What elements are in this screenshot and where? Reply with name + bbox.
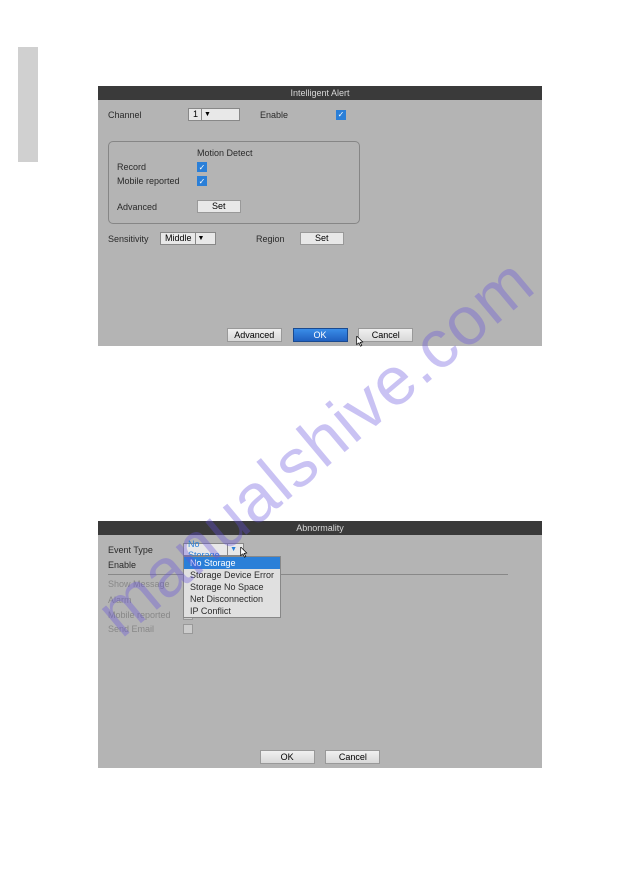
chevron-down-icon: ▼ (227, 544, 239, 555)
mobile-reported-label: Mobile reported (117, 176, 197, 186)
divider (108, 574, 508, 575)
advanced-button[interactable]: Advanced (227, 328, 282, 342)
enable-label: Enable (108, 560, 183, 570)
event-type-label: Event Type (108, 545, 183, 555)
ok-button[interactable]: OK (260, 750, 315, 764)
send-email-checkbox[interactable] (183, 624, 193, 634)
sensitivity-select[interactable]: Middle ▼ (160, 232, 216, 245)
dialog-footer: Advanced OK Cancel (98, 328, 542, 342)
chevron-down-icon: ▼ (201, 109, 213, 120)
advanced-label: Advanced (117, 202, 197, 212)
ok-button[interactable]: OK (293, 328, 348, 342)
region-label: Region (256, 234, 300, 244)
dropdown-option[interactable]: IP Conflict (184, 605, 280, 617)
mobile-reported-checkbox[interactable]: ✓ (197, 176, 207, 186)
motion-group: Motion Detect Record ✓ Mobile reported ✓… (108, 141, 360, 224)
show-message-label: Show Message (108, 579, 183, 589)
chevron-down-icon: ▼ (195, 233, 207, 244)
enable-checkbox[interactable]: ✓ (336, 110, 346, 120)
intelligent-alert-dialog: Intelligent Alert Channel 1 ▼ Enable ✓ M… (98, 86, 542, 346)
channel-select[interactable]: 1 ▼ (188, 108, 240, 121)
record-checkbox[interactable]: ✓ (197, 162, 207, 172)
side-tab (18, 47, 38, 162)
cancel-button[interactable]: Cancel (358, 328, 413, 342)
dialog-title: Abnormality (98, 521, 542, 535)
abnormality-dialog: Abnormality Event Type No Storage ▼ Enab… (98, 521, 542, 768)
event-type-dropdown[interactable]: No Storage Storage Device Error Storage … (183, 556, 281, 618)
enable-label: Enable (260, 110, 320, 120)
event-type-select[interactable]: No Storage ▼ (183, 543, 244, 556)
mobile-reported-label: Mobile reported (108, 610, 183, 620)
channel-value: 1 (193, 109, 198, 120)
dialog-footer: OK Cancel (98, 750, 542, 764)
cancel-button[interactable]: Cancel (325, 750, 380, 764)
record-label: Record (117, 162, 197, 172)
dropdown-option[interactable]: Net Disconnection (184, 593, 280, 605)
advanced-set-button[interactable]: Set (197, 200, 241, 213)
sensitivity-value: Middle (165, 233, 192, 244)
dropdown-option[interactable]: No Storage (184, 557, 280, 569)
dialog-title: Intelligent Alert (98, 86, 542, 100)
dropdown-option[interactable]: Storage Device Error (184, 569, 280, 581)
alarm-label: Alarm (108, 595, 183, 605)
motion-detect-label: Motion Detect (197, 148, 253, 158)
region-set-button[interactable]: Set (300, 232, 344, 245)
sensitivity-label: Sensitivity (108, 234, 160, 244)
dropdown-option[interactable]: Storage No Space (184, 581, 280, 593)
send-email-label: Send Email (108, 624, 183, 634)
channel-label: Channel (108, 110, 188, 120)
